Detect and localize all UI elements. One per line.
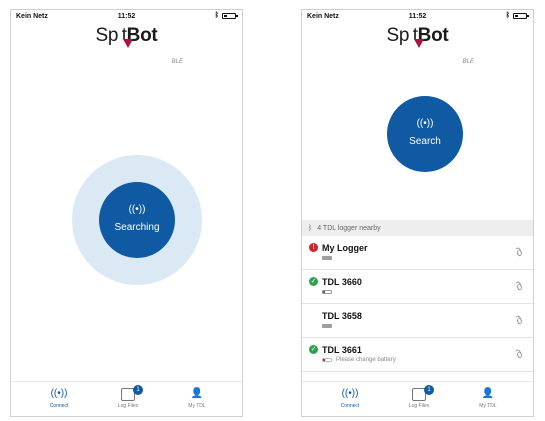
link-icon[interactable]: ∂: [513, 279, 526, 294]
bluetooth-icon: ᛒ: [308, 224, 313, 232]
battery-indicator: [322, 256, 332, 260]
battery-indicator: [322, 324, 332, 328]
logo-subtitle: BLE: [462, 59, 474, 65]
spotbot-logo: Sp tBot BLE: [302, 25, 533, 65]
device-name: TDL 3661: [322, 345, 362, 355]
spotbot-logo: Sp tBot BLE: [11, 25, 242, 65]
tab-my-tdl[interactable]: 👤 My TDL: [458, 386, 518, 409]
status-time: 11:52: [117, 13, 136, 20]
location-pin-icon: [413, 39, 424, 48]
status-bar: Kein Netz 11:52 ᛒ: [302, 10, 533, 24]
user-icon: 👤: [190, 388, 204, 399]
tab-log-files[interactable]: 1 Log Files: [389, 385, 449, 409]
search-label: Search: [409, 136, 441, 147]
phone-results: Kein Netz 11:52 ᛒ Sp tBot BLE ((•)) Sear…: [301, 9, 534, 417]
location-pin-icon: [122, 39, 133, 48]
nearby-count: 4 TDL logger nearby: [317, 224, 381, 232]
phone-searching: Kein Netz 11:52 ᛒ Sp tBot BLE ((•)) Sear…: [10, 9, 243, 417]
tab-bar: ((•)) Connect 1 Log Files 👤 My TDL: [302, 381, 533, 416]
log-files-icon: 1: [98, 385, 158, 402]
status-right: ᛒ: [214, 12, 238, 19]
device-name: My Logger: [322, 243, 368, 253]
battery-indicator: [322, 290, 332, 294]
link-icon[interactable]: ∂: [513, 347, 526, 362]
user-icon: 👤: [481, 388, 495, 399]
signal-icon: ((•)): [128, 204, 146, 215]
logo-subtitle: BLE: [171, 59, 183, 65]
tab-connect-label: Connect: [49, 403, 69, 409]
signal-icon: ((•)): [416, 118, 434, 129]
connect-icon: ((•)): [341, 388, 359, 399]
device-name: TDL 3658: [322, 311, 362, 321]
check-icon: ✓: [309, 277, 318, 286]
status-right: ᛒ: [505, 12, 529, 19]
tab-bar: ((•)) Connect 1 Log Files 👤 My TDL: [11, 381, 242, 416]
nearby-header: ᛒ 4 TDL logger nearby: [302, 220, 533, 236]
tab-connect[interactable]: ((•)) Connect: [29, 386, 89, 409]
tab-log-files[interactable]: 1 Log Files: [98, 385, 158, 409]
bluetooth-icon: ᛒ: [214, 12, 219, 19]
device-name: TDL 3660: [322, 277, 362, 287]
tab-my-tdl-label: My TDL: [188, 403, 206, 409]
device-row-tdl-3661[interactable]: ✓ TDL 3661 Please change battery ∂: [302, 338, 533, 372]
connect-icon: ((•)): [50, 388, 68, 399]
tab-my-tdl[interactable]: 👤 My TDL: [167, 386, 227, 409]
log-files-badge: 1: [133, 385, 143, 395]
battery-warning: Please change battery: [336, 357, 396, 363]
battery-icon: [513, 12, 529, 19]
device-row-my-logger[interactable]: ! My Logger ∂: [302, 236, 533, 270]
log-files-badge: 1: [424, 385, 434, 395]
log-files-icon: 1: [389, 385, 449, 402]
check-icon: ✓: [309, 345, 318, 354]
link-icon[interactable]: ∂: [513, 313, 526, 328]
tab-connect[interactable]: ((•)) Connect: [320, 386, 380, 409]
status-time: 11:52: [408, 13, 427, 20]
tab-my-tdl-label: My TDL: [479, 403, 497, 409]
tab-log-files-label: Log Files: [117, 403, 139, 409]
searching-button[interactable]: ((•)) Searching: [99, 182, 175, 258]
battery-icon: [222, 12, 238, 19]
tab-connect-label: Connect: [340, 403, 360, 409]
battery-low-indicator: [322, 358, 332, 362]
error-icon: !: [309, 243, 318, 252]
device-row-tdl-3660[interactable]: ✓ TDL 3660 ∂: [302, 270, 533, 304]
tab-log-files-label: Log Files: [408, 403, 430, 409]
search-button[interactable]: ((•)) Search: [387, 96, 463, 172]
bluetooth-icon: ᛒ: [505, 12, 510, 19]
device-row-tdl-3658[interactable]: TDL 3658 ∂: [302, 304, 533, 338]
link-icon[interactable]: ∂: [513, 245, 526, 260]
status-bar: Kein Netz 11:52 ᛒ: [11, 10, 242, 24]
searching-label: Searching: [114, 222, 160, 233]
